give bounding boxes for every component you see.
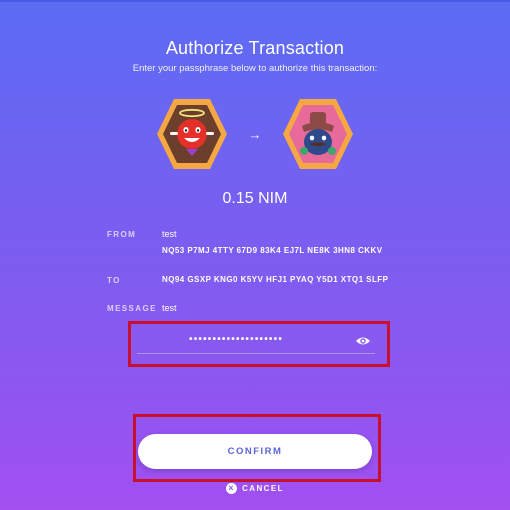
to-label: TO bbox=[107, 276, 121, 285]
top-bar bbox=[0, 0, 510, 2]
from-address: NQ53 P7MJ 4TTY 67D9 83K4 EJ7L NE8K 3HN8 … bbox=[162, 246, 383, 255]
message-value: test bbox=[162, 303, 177, 313]
from-label: FROM bbox=[107, 230, 137, 239]
passphrase-highlight-box bbox=[128, 321, 390, 367]
transaction-amount: 0.15 NIM bbox=[222, 190, 288, 207]
confirm-highlight-box bbox=[133, 414, 381, 482]
to-address: NQ94 GSXP KNG0 K5YV HFJ1 PYAQ Y5D1 XTQ1 … bbox=[162, 275, 389, 284]
cancel-label: CANCEL bbox=[242, 484, 284, 493]
from-name: test bbox=[162, 229, 177, 239]
page-subtitle: Enter your passphrase below to authorize… bbox=[132, 63, 378, 74]
page-title: Authorize Transaction bbox=[165, 38, 345, 58]
transaction-identicons: → bbox=[0, 96, 510, 172]
cancel-button[interactable]: × CANCEL bbox=[0, 483, 510, 494]
arrow-right-icon: → bbox=[248, 126, 262, 142]
hat-avatar-icon bbox=[283, 99, 353, 169]
message-label: MESSAGE bbox=[107, 304, 157, 313]
angel-avatar-icon bbox=[157, 99, 227, 169]
close-circle-icon: × bbox=[226, 483, 238, 494]
